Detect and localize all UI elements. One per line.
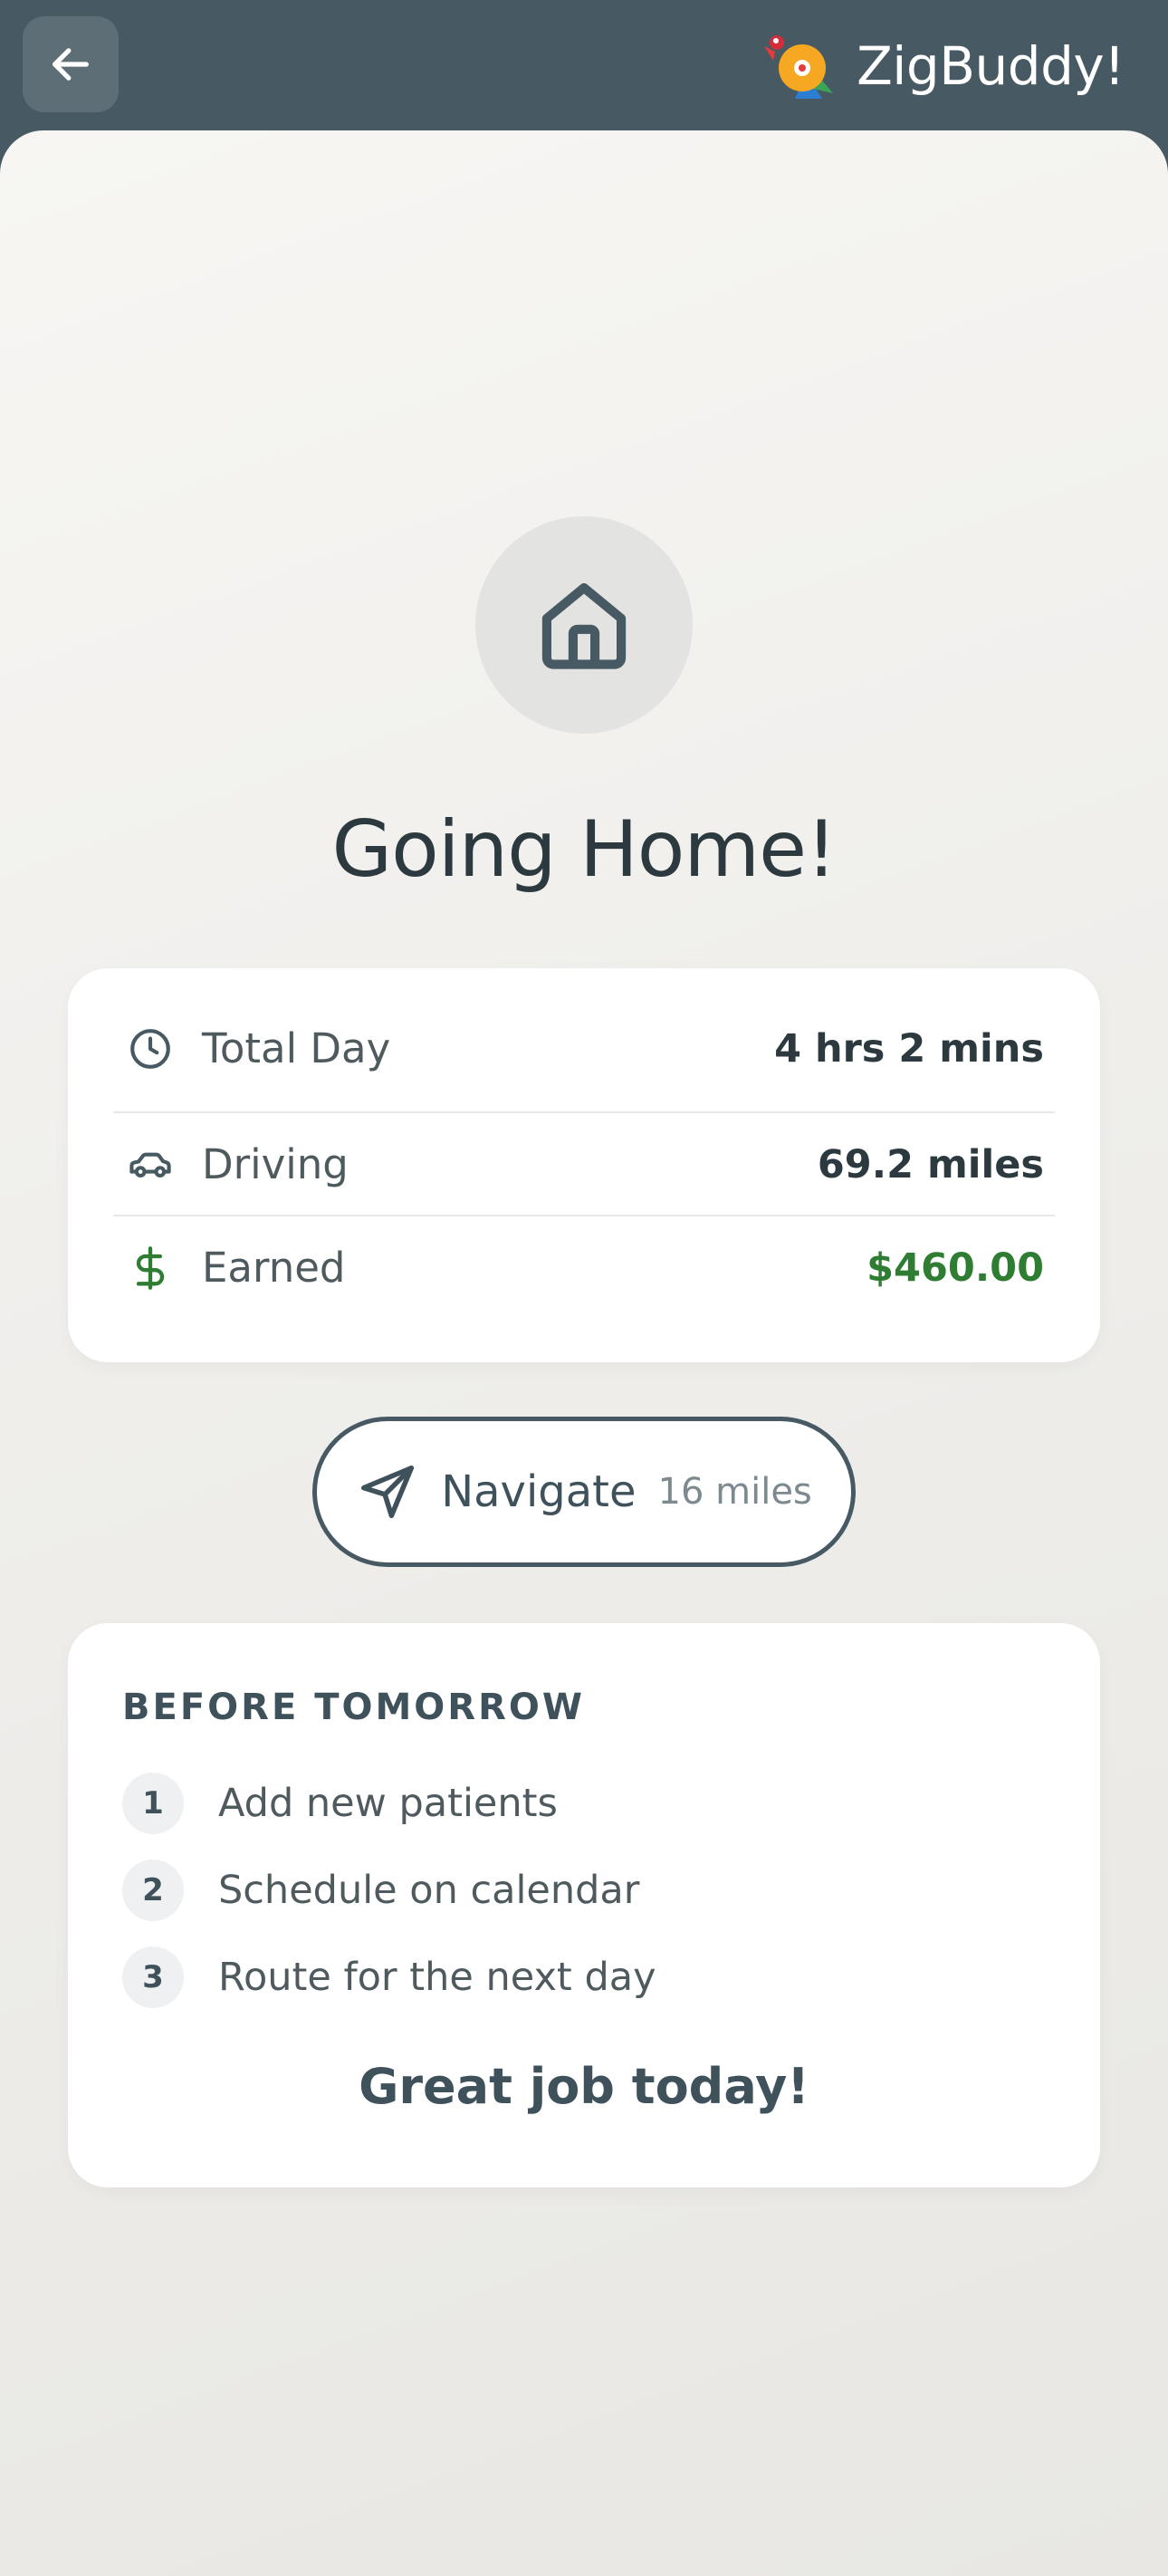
navigate-distance: 16 miles <box>657 1471 812 1513</box>
encouragement-message: Great job today! <box>359 2058 809 2115</box>
home-icon <box>541 582 627 669</box>
clock-icon <box>130 1028 170 1069</box>
list-item: 3 Route for the next day <box>122 1946 656 2008</box>
stat-row-total-day: Total Day 4 hrs 2 mins <box>113 997 1055 1100</box>
navigate-label: Navigate <box>441 1466 637 1517</box>
navigate-button[interactable]: Navigate 16 miles <box>312 1417 856 1567</box>
stat-label: Total Day <box>202 1024 391 1072</box>
step-number-badge: 3 <box>122 1946 184 2008</box>
car-icon <box>129 1152 171 1177</box>
dollar-icon <box>136 1245 165 1290</box>
list-item: 1 Add new patients <box>122 1773 558 1834</box>
brand-name: ZigBuddy! <box>857 35 1125 97</box>
day-summary-card: Total Day 4 hrs 2 mins Driving 69.2 mile… <box>68 968 1100 1362</box>
back-button[interactable] <box>23 16 119 112</box>
task-label: Schedule on calendar <box>218 1868 640 1913</box>
zigbuddy-bird-logo <box>764 35 834 99</box>
stat-row-earned: Earned $460.00 <box>113 1216 1055 1319</box>
arrow-left-icon <box>53 48 89 81</box>
brand: ZigBuddy! <box>759 27 1125 105</box>
section-heading: BEFORE TOMORROW <box>122 1687 586 1728</box>
stat-value: 69.2 miles <box>817 1141 1044 1187</box>
step-number-badge: 1 <box>122 1773 184 1834</box>
stat-label: Driving <box>202 1140 349 1188</box>
task-label: Add new patients <box>218 1781 558 1826</box>
app-header: ZigBuddy! <box>0 0 1168 136</box>
before-tomorrow-card: BEFORE TOMORROW 1 Add new patients 2 Sch… <box>68 1623 1100 2187</box>
stat-value-earned: $460.00 <box>866 1245 1044 1291</box>
home-badge <box>475 516 693 734</box>
task-label: Route for the next day <box>218 1955 656 2000</box>
navigation-arrow-icon <box>361 1465 415 1519</box>
page-title: Going Home! <box>331 804 837 895</box>
stat-value: 4 hrs 2 mins <box>774 1025 1044 1072</box>
list-item: 2 Schedule on calendar <box>122 1860 639 1921</box>
stat-row-driving: Driving 69.2 miles <box>113 1113 1055 1216</box>
step-number-badge: 2 <box>122 1860 184 1921</box>
stat-label: Earned <box>202 1244 346 1292</box>
